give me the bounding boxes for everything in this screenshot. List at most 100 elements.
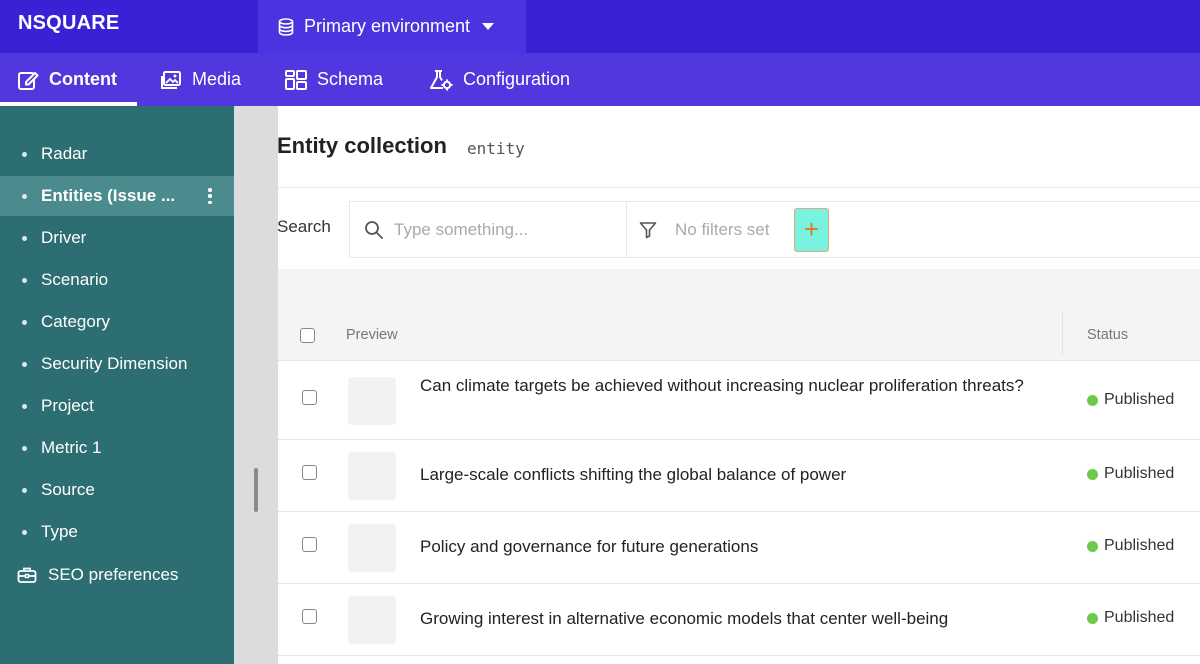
page-title: Entity collection [277, 133, 447, 158]
entry-title: Policy and governance for future generat… [420, 537, 759, 556]
chevron-down-icon [482, 23, 495, 30]
column-header-preview[interactable]: Preview [346, 327, 398, 343]
sidebar-item-label: Entities (Issue ... [41, 186, 176, 205]
resize-handle[interactable] [254, 468, 258, 512]
filter-icon [639, 221, 657, 238]
column-divider[interactable] [1062, 312, 1063, 355]
search-bar: No filters set + [349, 201, 1200, 258]
add-filter-button[interactable]: + [794, 208, 829, 252]
sidebar-item-radar[interactable]: Radar [0, 134, 234, 174]
more-vertical-icon[interactable] [208, 188, 212, 204]
sidebar-item-security-dimension[interactable]: Security Dimension [0, 344, 234, 384]
sidebar-item-metric-1[interactable]: Metric 1 [0, 428, 234, 468]
panel-splitter [234, 106, 278, 664]
status-label: Published [1104, 537, 1175, 554]
table-toolbar-space [278, 269, 1200, 306]
row-checkbox[interactable] [302, 465, 317, 480]
toolbox-icon [17, 567, 37, 583]
bullet-icon [22, 445, 27, 451]
sidebar-item-project[interactable]: Project [0, 386, 234, 426]
main-nav: Content Media Schema Configuration [0, 53, 1200, 106]
edit-icon [18, 71, 39, 90]
sidebar-item-label: Security Dimension [41, 354, 188, 373]
sidebar-item-label: Driver [41, 228, 87, 247]
collection-api-id: entity [467, 139, 525, 158]
brand-logo[interactable]: NSQUARE [18, 0, 119, 53]
row-checkbox[interactable] [302, 609, 317, 624]
search-icon [365, 220, 383, 239]
sidebar-item-seo-preferences[interactable]: SEO preferences [0, 555, 234, 595]
sidebar-item-label: Project [41, 396, 94, 415]
published-dot-icon [1087, 468, 1098, 480]
status-label: Published [1104, 609, 1175, 626]
sidebar-item-label: Category [41, 312, 110, 331]
sidebar-item-label: Radar [41, 144, 88, 163]
tab-label: Schema [317, 69, 384, 89]
bullet-icon [22, 235, 27, 241]
bullet-icon [22, 487, 27, 493]
preview-thumbnail [348, 524, 396, 572]
sidebar-item-driver[interactable]: Driver [0, 218, 234, 258]
bullet-icon [22, 403, 27, 409]
tab-schema[interactable]: Schema [285, 53, 383, 106]
sidebar-item-label: Metric 1 [41, 438, 102, 457]
table-row[interactable]: Can climate targets be achieved without … [278, 362, 1200, 440]
preview-thumbnail [348, 452, 396, 500]
sidebar-item-type[interactable]: Type [0, 512, 234, 552]
environment-label: Primary environment [304, 16, 471, 36]
filter-control[interactable]: No filters set [627, 202, 769, 257]
published-dot-icon [1087, 612, 1098, 624]
main-content: Entity collection entity Search No filte… [277, 106, 1200, 664]
sidebar-item-source[interactable]: Source [0, 470, 234, 510]
sidebar-item-category[interactable]: Category [0, 302, 234, 342]
divider [278, 187, 1200, 188]
status-label: Published [1104, 465, 1175, 482]
bullet-icon [22, 361, 27, 367]
row-checkbox[interactable] [302, 537, 317, 552]
entry-title: Can climate targets be achieved without … [420, 376, 1024, 395]
search-input[interactable] [394, 219, 614, 240]
sidebar-item-label: Source [41, 480, 95, 499]
published-dot-icon [1087, 540, 1098, 552]
preview-thumbnail [348, 596, 396, 644]
flask-gear-icon [430, 69, 453, 90]
sidebar-item-label: Scenario [41, 270, 109, 289]
bullet-icon [22, 319, 27, 325]
schema-icon [285, 69, 307, 90]
tab-label: Media [192, 69, 242, 89]
environment-selector[interactable]: Primary environment [258, 0, 526, 53]
tab-label: Configuration [463, 69, 571, 89]
search-field-wrap [350, 202, 627, 257]
table-row[interactable]: Growing interest in alternative economic… [278, 584, 1200, 656]
filters-label: No filters set [675, 219, 770, 239]
sidebar-item-scenario[interactable]: Scenario [0, 260, 234, 300]
select-all-checkbox[interactable] [300, 328, 315, 343]
image-icon [161, 70, 181, 89]
tab-media[interactable]: Media [160, 53, 241, 106]
bullet-icon [22, 151, 27, 157]
preview-thumbnail [348, 377, 396, 425]
sidebar: Radar Entities (Issue ... Driver Scenari… [0, 106, 234, 664]
tab-content[interactable]: Content [0, 53, 137, 106]
tab-label: Content [49, 69, 117, 89]
sidebar-item-label: SEO preferences [48, 565, 179, 584]
table-row[interactable]: Policy and governance for future generat… [278, 512, 1200, 584]
row-checkbox[interactable] [302, 390, 317, 405]
table-row[interactable]: Large-scale conflicts shifting the globa… [278, 440, 1200, 512]
bullet-icon [22, 529, 27, 535]
table-header: Preview Status [278, 306, 1200, 361]
published-dot-icon [1087, 394, 1098, 406]
status-label: Published [1104, 391, 1175, 408]
entry-title: Large-scale conflicts shifting the globa… [420, 465, 847, 484]
status-badge: Published [1087, 391, 1174, 409]
entry-title: Growing interest in alternative economic… [420, 609, 949, 628]
database-icon [278, 17, 294, 36]
bullet-icon [22, 277, 27, 283]
tab-configuration[interactable]: Configuration [429, 53, 570, 106]
status-badge: Published [1087, 465, 1174, 483]
status-badge: Published [1087, 537, 1174, 555]
top-bar: NSQUARE Primary environment [0, 0, 1200, 53]
column-header-status[interactable]: Status [1087, 327, 1128, 343]
sidebar-item-entities[interactable]: Entities (Issue ... [0, 176, 234, 216]
status-badge: Published [1087, 609, 1174, 627]
